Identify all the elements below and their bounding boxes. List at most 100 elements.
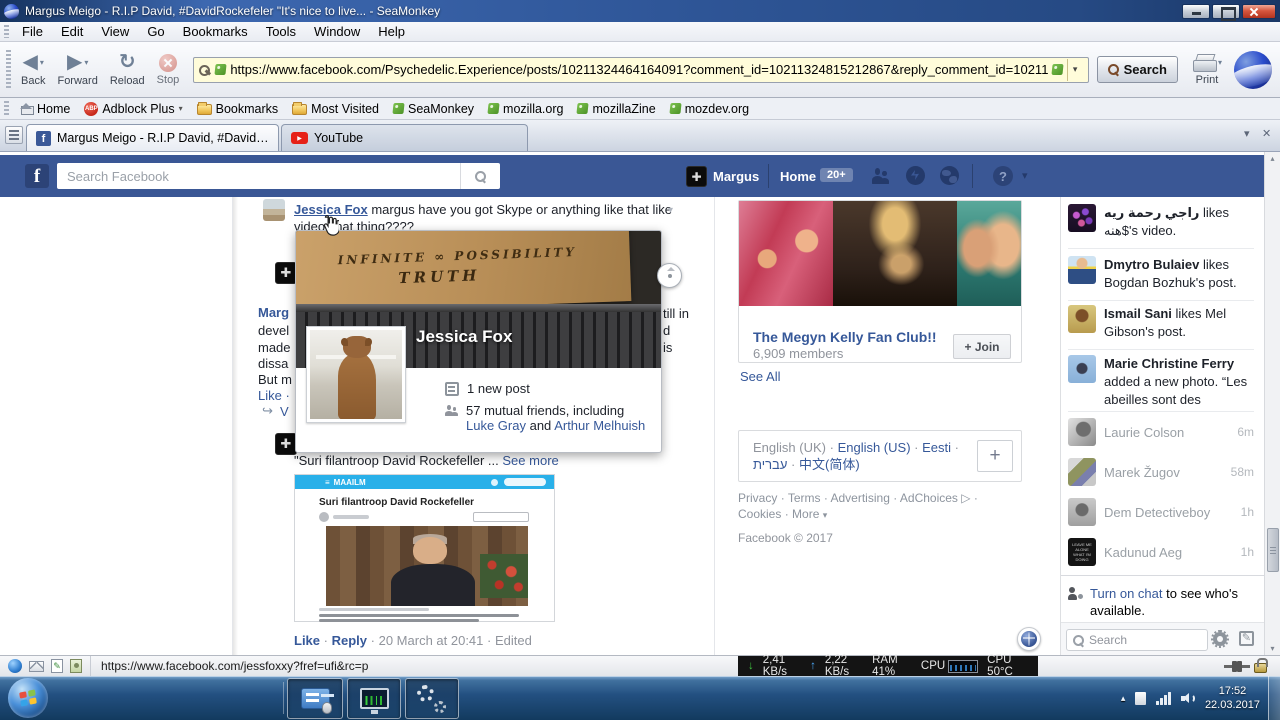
turn-on-chat-link[interactable]: Turn on chat (1090, 586, 1163, 601)
stop-button[interactable]: Stop (151, 44, 186, 96)
profile-name-link[interactable]: Margus (713, 169, 759, 184)
group-photo[interactable] (957, 201, 1021, 306)
mail-component-icon[interactable] (29, 661, 44, 672)
addressbook-component-icon[interactable] (70, 659, 82, 673)
offline-plug-icon[interactable] (1224, 661, 1250, 672)
language-option[interactable]: English (US) (838, 440, 911, 455)
bookmark-tag-icon[interactable] (215, 64, 227, 75)
group-photo[interactable] (739, 201, 833, 306)
ticker-item[interactable]: Dmytro Bulaiev likes Bogdan Bozhuk's pos… (1068, 256, 1254, 292)
ticker-item[interactable]: راجي رحمة ريه likes هنه$'s video. (1068, 204, 1254, 240)
list-tabs-button[interactable] (5, 126, 23, 144)
seamonkey-throbber-logo[interactable] (1234, 51, 1272, 89)
reload-button[interactable]: ↻ Reload (104, 44, 151, 96)
bookmark-seamonkey[interactable]: SeaMonkey (386, 101, 481, 117)
security-lock-icon[interactable] (1254, 663, 1267, 673)
toolbar-grippy[interactable] (4, 101, 9, 116)
tab-facebook[interactable]: f Margus Meigo - R.I.P David, #DavidRock… (26, 124, 279, 151)
url-history-dropdown[interactable]: ▾ (1067, 59, 1083, 81)
tab-youtube[interactable]: ▶ YouTube (281, 124, 528, 151)
reply-link[interactable]: Reply (332, 633, 367, 648)
add-bookmark-icon[interactable] (1051, 64, 1063, 75)
join-group-button[interactable]: + Join (953, 334, 1011, 359)
ticker-item[interactable]: Marie Christine Ferry added a new photo.… (1068, 355, 1254, 409)
group-photo[interactable] (833, 201, 957, 306)
tab-scroll-button[interactable]: ▾ (1244, 127, 1250, 140)
forward-dropdown-icon[interactable]: ▾ (84, 58, 88, 67)
mutual-friend-link[interactable]: Arthur Melhuish (554, 418, 645, 433)
friend-requests-icon[interactable] (872, 168, 889, 184)
ticker-actor-name[interactable]: Dmytro Bulaiev (1104, 257, 1199, 272)
view-replies-fragment[interactable]: V (280, 404, 289, 419)
toolbar-grippy[interactable] (6, 50, 11, 89)
bookmark-mozillazine[interactable]: mozillaZine (570, 101, 662, 117)
mutual-friend-link[interactable]: Luke Gray (466, 418, 526, 433)
ticker-actor-name[interactable]: راجي رحمة ريه (1104, 205, 1199, 220)
ticker-actor-name[interactable]: Ismail Sani (1104, 306, 1172, 321)
like-link[interactable]: Like (294, 633, 320, 648)
menu-edit[interactable]: Edit (52, 23, 92, 40)
add-language-button[interactable]: + (977, 440, 1013, 472)
group-title-link[interactable]: The Megyn Kelly Fan Club!! (753, 329, 937, 345)
language-option[interactable]: 中文(简体) (799, 457, 860, 472)
commenter-avatar[interactable] (263, 199, 285, 221)
facebook-search-submit[interactable] (460, 163, 500, 189)
minimize-button[interactable] (1182, 4, 1210, 19)
print-button[interactable]: ▾ Print (1186, 44, 1228, 96)
article-preview[interactable]: ≡ MAAILM Suri filantroop David Rockefell… (294, 474, 555, 622)
maximize-button[interactable] (1212, 4, 1240, 19)
scrollbar-thumb[interactable] (1267, 528, 1279, 572)
comment-timestamp[interactable]: 20 March at 20:41 (379, 633, 484, 648)
url-input[interactable] (230, 62, 1047, 77)
window-titlebar[interactable]: Margus Meigo - R.I.P David, #DavidRockef… (0, 0, 1280, 22)
ticker-item[interactable]: Ismail Sani likes Mel Gibson's post. (1068, 305, 1254, 341)
hovercard-profile-photo[interactable] (306, 326, 406, 423)
bookmark-mozilla-org[interactable]: mozilla.org (481, 101, 570, 117)
composer-component-icon[interactable]: ✎ (51, 659, 63, 673)
bookmark-adblock[interactable]: ABPAdblock Plus▾ (77, 101, 189, 117)
ticker-actor-name[interactable]: Marie Christine Ferry (1104, 356, 1234, 371)
browser-component-icon[interactable] (8, 659, 22, 673)
volume-icon[interactable] (1181, 692, 1197, 705)
bookmark-bookmarks-folder[interactable]: Bookmarks (190, 101, 286, 117)
hidden-comment-author-fragment[interactable]: Marg (258, 305, 289, 320)
start-button[interactable] (8, 678, 48, 718)
taskbar-control-panel[interactable] (287, 678, 343, 719)
facebook-logo[interactable]: f (25, 164, 49, 188)
scroll-down-arrow[interactable]: ▾ (1265, 644, 1280, 653)
network-icon[interactable] (1156, 692, 1171, 705)
footer-link-privacy[interactable]: Privacy (738, 491, 777, 505)
menu-bookmarks[interactable]: Bookmarks (174, 23, 257, 40)
comment-options-chevron-icon[interactable]: ▾ (668, 205, 673, 216)
forward-button[interactable]: ▶▾ Forward (51, 44, 103, 96)
new-message-icon[interactable]: ✎ (1239, 631, 1254, 646)
see-more-link[interactable]: See more (502, 453, 558, 468)
facebook-search-bar[interactable] (57, 163, 500, 189)
back-dropdown-icon[interactable]: ▾ (40, 58, 44, 67)
chat-search-field[interactable] (1066, 629, 1208, 651)
bookmark-most-visited[interactable]: Most Visited (285, 101, 386, 117)
close-button[interactable] (1242, 4, 1276, 19)
chat-contact-row[interactable]: LEAVE ME ALONE WHAT I'M DOING Kadunud Ae… (1068, 538, 1254, 566)
messenger-icon[interactable] (906, 166, 925, 185)
scroll-up-arrow[interactable]: ▴ (1265, 154, 1280, 163)
home-link[interactable]: Home (780, 169, 816, 184)
print-dropdown-icon[interactable]: ▾ (1218, 58, 1222, 67)
footer-link-adchoices[interactable]: AdChoices (900, 491, 958, 505)
language-option[interactable]: עברית (753, 457, 787, 472)
menu-window[interactable]: Window (305, 23, 369, 40)
chat-options-gear-icon[interactable] (1213, 632, 1227, 646)
taskbar-settings[interactable] (405, 678, 459, 719)
menu-view[interactable]: View (92, 23, 138, 40)
footer-link-cookies[interactable]: Cookies (738, 507, 781, 521)
close-tab-button[interactable]: ✕ (1262, 127, 1271, 140)
chat-contact-row[interactable]: Laurie Colson 6m (1068, 418, 1254, 446)
language-option[interactable]: Eesti (922, 440, 951, 455)
like-link-fragment[interactable]: Like · (258, 388, 290, 403)
notifications-globe-icon[interactable] (940, 166, 959, 185)
facebook-search-input[interactable] (57, 169, 460, 184)
taskbar-resource-monitor[interactable] (347, 678, 401, 719)
footer-link-more[interactable]: More (792, 507, 819, 521)
globe-floating-button[interactable] (1017, 627, 1041, 651)
footer-link-terms[interactable]: Terms (788, 491, 821, 505)
